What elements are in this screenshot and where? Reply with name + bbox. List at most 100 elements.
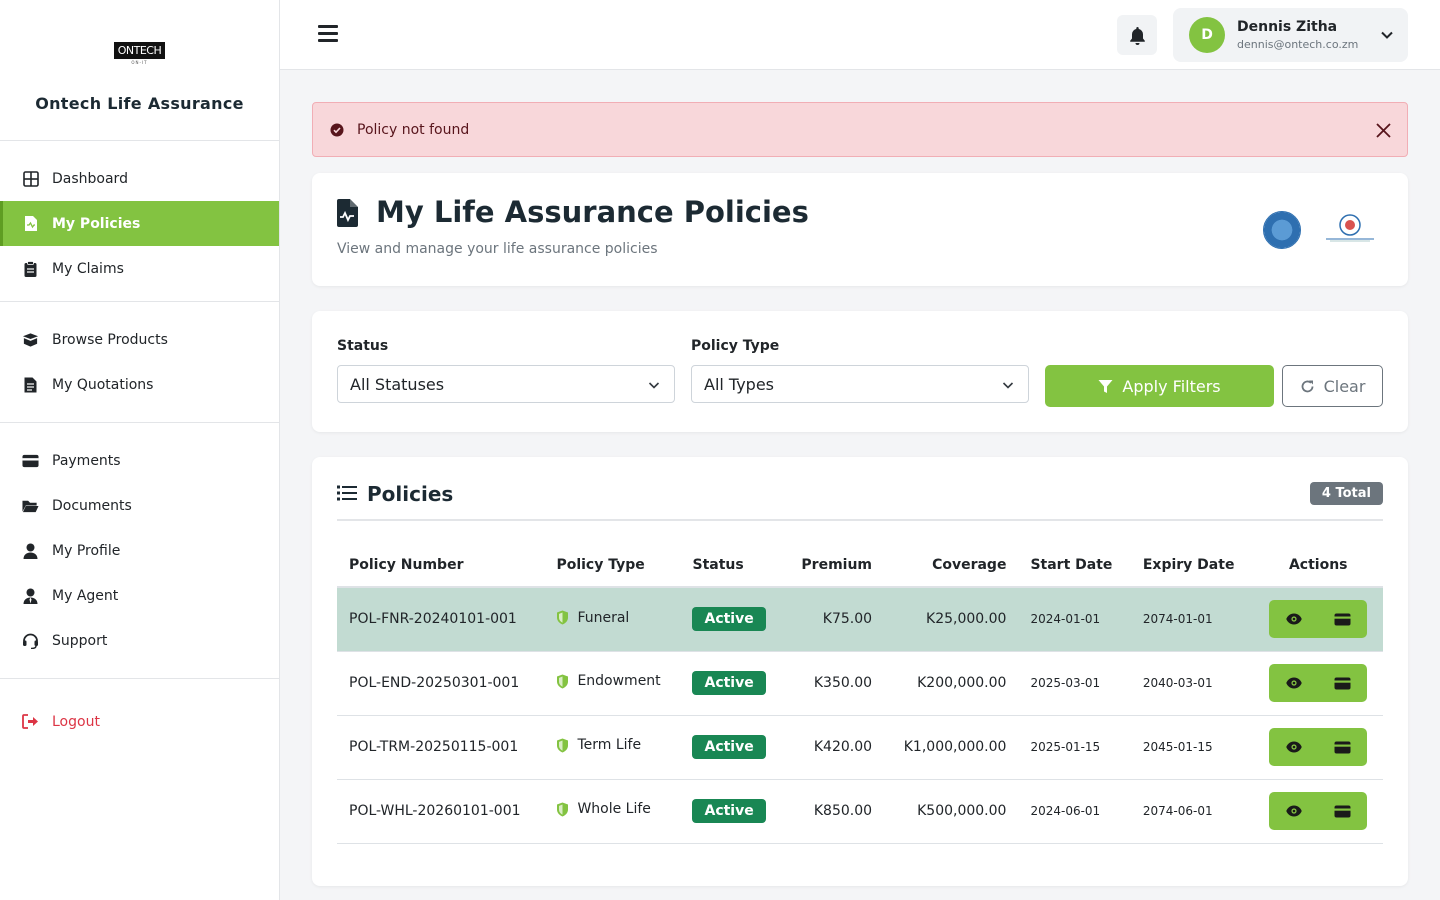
start-date: 2024-06-01 (1018, 779, 1131, 844)
credit-card-icon (22, 452, 39, 469)
menu-toggle-icon[interactable] (318, 25, 338, 43)
sidebar-item-label: Payments (52, 452, 121, 469)
column-header: Actions (1253, 544, 1383, 588)
premium: K350.00 (783, 651, 885, 716)
sidebar-item-dashboard[interactable]: Dashboard (0, 156, 279, 201)
view-policy-button[interactable] (1269, 728, 1319, 766)
column-header: Start Date (1018, 544, 1131, 588)
policy-number: POL-FNR-20240101-001 (337, 587, 545, 652)
start-date: 2025-01-15 (1018, 715, 1131, 780)
sidebar-item-browse-products[interactable]: Browse Products (0, 317, 279, 362)
clear-filters-label: Clear (1323, 376, 1366, 396)
sidebar-item-payments[interactable]: Payments (0, 438, 279, 483)
sidebar-item-documents[interactable]: Documents (0, 483, 279, 528)
column-header: Expiry Date (1130, 544, 1254, 588)
apply-filters-label: Apply Filters (1122, 376, 1221, 396)
policies-title: Policies (367, 482, 454, 506)
sign-out-icon (22, 713, 39, 730)
filter-card: Status All Statuses Policy Type All Type… (312, 311, 1408, 432)
view-policy-button[interactable] (1269, 600, 1319, 639)
actions-cell (1253, 715, 1383, 780)
brand-name: Ontech Life Assurance (35, 94, 244, 113)
expiry-date: 2040-03-01 (1130, 651, 1254, 716)
sidebar-item-label: Browse Products (52, 331, 168, 348)
expiry-date: 2074-06-01 (1130, 779, 1254, 844)
sidebar-item-label: My Quotations (52, 376, 154, 393)
sidebar-item-label: My Policies (52, 215, 141, 232)
premium: K850.00 (783, 779, 885, 844)
partner-emblem-logo (1326, 214, 1374, 242)
policy-number: POL-END-20250301-001 (337, 651, 545, 716)
error-alert: Policy not found (312, 102, 1408, 157)
chevron-down-icon (648, 382, 660, 389)
pay-premium-button[interactable] (1318, 664, 1368, 702)
grid-icon (22, 170, 39, 187)
eye-icon (1286, 741, 1302, 753)
start-date: 2025-03-01 (1018, 651, 1131, 716)
status-select[interactable]: All Statuses (337, 365, 675, 403)
status-filter-label: Status (337, 338, 389, 354)
coverage: K1,000,000.00 (884, 715, 1019, 780)
table-row: POL-WHL-20260101-001 Whole Life Active K… (337, 779, 1383, 844)
pay-premium-button[interactable] (1318, 792, 1368, 830)
topbar: D Dennis Zitha dennis@ontech.co.zm (280, 0, 1440, 70)
notifications-button[interactable] (1117, 15, 1157, 55)
page-header-card: My Life Assurance Policies View and mana… (312, 173, 1408, 286)
sidebar-item-my-claims[interactable]: My Claims (0, 246, 279, 291)
shield-icon (557, 802, 569, 817)
apply-filters-button[interactable]: Apply Filters (1045, 365, 1274, 407)
user-menu[interactable]: D Dennis Zitha dennis@ontech.co.zm (1173, 8, 1408, 62)
status-cell: Active (680, 651, 784, 716)
credit-card-icon (1334, 677, 1351, 689)
bell-icon (1129, 26, 1145, 45)
total-badge: 4 Total (1309, 482, 1383, 505)
sidebar-item-support[interactable]: Support (0, 618, 279, 663)
user-info: Dennis Zitha dennis@ontech.co.zm (1237, 19, 1358, 51)
sidebar-item-label: My Claims (52, 260, 124, 277)
actions-cell (1253, 779, 1383, 844)
sidebar-item-logout[interactable]: Logout (0, 699, 279, 744)
column-header: Policy Number (337, 544, 545, 588)
page-subtitle: View and manage your life assurance poli… (337, 241, 658, 257)
sidebar-item-label: Logout (52, 713, 100, 730)
sidebar-item-my-policies[interactable]: My Policies (0, 201, 279, 246)
table-header-row: Policy Number Policy Type Status Premium… (337, 544, 1383, 588)
status-badge: Active (692, 607, 766, 632)
view-policy-button[interactable] (1269, 664, 1319, 702)
clear-filters-button[interactable]: Clear (1282, 365, 1383, 407)
user-icon (22, 542, 39, 559)
column-header: Coverage (884, 544, 1019, 588)
sidebar-item-label: Support (52, 632, 108, 649)
alert-message: Policy not found (357, 121, 470, 138)
pay-premium-button[interactable] (1318, 728, 1368, 766)
policy-type-cell: Term Life (544, 715, 681, 780)
sidebar-item-my-agent[interactable]: My Agent (0, 573, 279, 618)
list-icon (337, 485, 357, 501)
headset-icon (22, 632, 39, 649)
file-medical-icon (337, 199, 358, 227)
policy-type-select-value: All Types (704, 374, 775, 394)
coverage: K500,000.00 (884, 779, 1019, 844)
brand: ONTECH ON-IT Ontech Life Assurance (0, 0, 279, 141)
eye-icon (1286, 805, 1302, 817)
sidebar-item-my-quotations[interactable]: My Quotations (0, 362, 279, 407)
close-icon[interactable] (1375, 122, 1392, 139)
eye-icon (1286, 613, 1302, 625)
partner-seal-logo (1263, 211, 1301, 249)
avatar: D (1189, 17, 1225, 53)
file-medical-icon (22, 215, 39, 232)
nav-group-main: Dashboard My Policies My Claims (0, 141, 279, 302)
box-open-icon (22, 331, 39, 348)
sidebar-item-label: Dashboard (52, 170, 128, 187)
status-cell: Active (680, 587, 784, 652)
pay-premium-button[interactable] (1318, 600, 1368, 639)
view-policy-button[interactable] (1269, 792, 1319, 830)
brand-logo[interactable]: ONTECH ON-IT (110, 42, 170, 66)
policy-type-select[interactable]: All Types (691, 365, 1029, 403)
type-filter-label: Policy Type (691, 338, 780, 354)
shield-icon (557, 674, 569, 689)
shield-icon (557, 738, 569, 753)
user-tie-icon (22, 587, 39, 604)
page-title: My Life Assurance Policies (376, 195, 809, 229)
sidebar-item-my-profile[interactable]: My Profile (0, 528, 279, 573)
